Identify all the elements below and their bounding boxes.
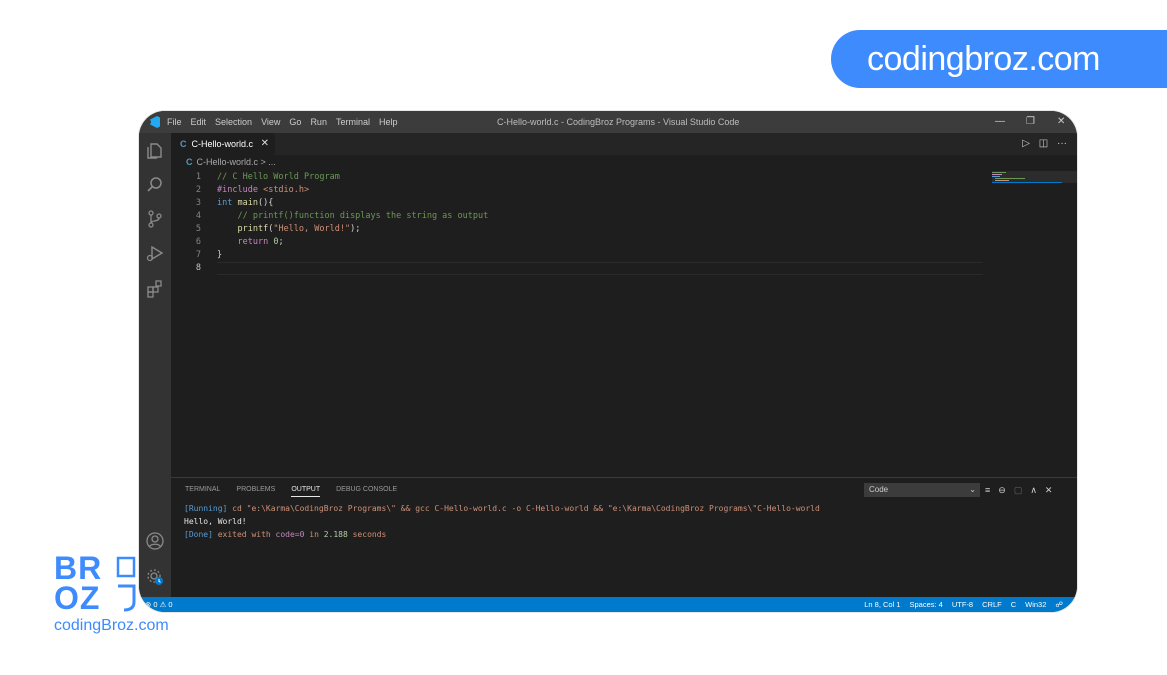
line-number: 8 [195, 263, 201, 273]
output-line: Hello, World! [184, 517, 247, 526]
line-number: 2 [195, 185, 201, 195]
brand-logo: BR OZ [54, 550, 144, 616]
editor-actions: ▷ ◫ ··· [1022, 133, 1067, 155]
problems-status[interactable]: ⊗ 0 ⚠ 0 [145, 597, 173, 612]
end-of-line[interactable]: CRLF [982, 597, 1002, 612]
status-right-items: Ln 8, Col 1 Spaces: 4 UTF-8 CRLF C Win32… [855, 597, 1063, 612]
current-line-highlight [217, 262, 983, 275]
tab-terminal[interactable]: TERMINAL [185, 486, 220, 497]
panel-tabs: TERMINAL PROBLEMS OUTPUT DEBUG CONSOLE [185, 486, 413, 497]
menu-file[interactable]: File [167, 117, 182, 127]
close-window-button[interactable]: ✕ [1057, 111, 1065, 133]
indentation[interactable]: Spaces: 4 [910, 597, 943, 612]
breadcrumb-text: C-Hello-world.c > ... [196, 157, 276, 167]
feedback-icon[interactable]: ☍ [1055, 597, 1063, 612]
tab-problems[interactable]: PROBLEMS [236, 486, 275, 497]
search-icon[interactable] [145, 175, 165, 195]
output-line: [Done] exited with code=0 in 2.188 secon… [184, 530, 387, 539]
source-control-icon[interactable] [145, 209, 165, 229]
account-icon[interactable] [145, 531, 165, 551]
window-title: C-Hello-world.c - CodingBroz Programs - … [497, 117, 740, 127]
menu-bar: File Edit Selection View Go Run Terminal… [167, 111, 406, 133]
code-text: return 0; [237, 237, 284, 247]
settings-icon[interactable] [145, 567, 165, 587]
output-log: [Running] cd "e:\Karma\CodingBroz Progra… [184, 502, 820, 541]
site-brand-banner: codingbroz.com [831, 30, 1167, 88]
code-line: 6 return 0; [171, 236, 991, 249]
code-line-active: 8 [171, 262, 991, 275]
code-text: } [217, 250, 223, 260]
code-text: #include <stdio.h> [217, 185, 310, 195]
code-text: printf("Hello, World!"); [237, 224, 361, 234]
logo-line-2: OZ [54, 580, 101, 616]
split-editor-icon[interactable]: ◫ [1039, 138, 1048, 149]
tab-close-icon[interactable]: ✕ [261, 133, 269, 155]
maximize-panel-icon[interactable]: ∧ [1030, 483, 1037, 497]
more-actions-icon[interactable]: ··· [1057, 138, 1067, 149]
menu-view[interactable]: View [261, 117, 280, 127]
code-text: int main(){ [217, 198, 274, 208]
line-number: 4 [195, 211, 201, 221]
line-number: 3 [195, 198, 201, 208]
menu-terminal[interactable]: Terminal [336, 117, 370, 127]
language-mode[interactable]: C [1011, 597, 1016, 612]
output-channel-value: Code [869, 485, 889, 494]
code-line: 1 // C Hello World Program [171, 171, 991, 184]
tab-output[interactable]: OUTPUT [291, 486, 321, 497]
menu-help[interactable]: Help [379, 117, 398, 127]
breadcrumb-c-icon: C [186, 157, 193, 167]
menu-edit[interactable]: Edit [191, 117, 207, 127]
clear-output-icon[interactable]: ≡ [985, 483, 990, 497]
site-brand-text: codingbroz.com [867, 40, 1101, 78]
title-bar: File Edit Selection View Go Run Terminal… [139, 111, 1077, 133]
tab-debug-console[interactable]: DEBUG CONSOLE [336, 486, 397, 497]
line-number: 1 [195, 172, 201, 182]
code-text: // C Hello World Program [217, 172, 340, 182]
vscode-window: File Edit Selection View Go Run Terminal… [139, 111, 1077, 612]
vscode-logo-icon [150, 116, 160, 128]
brand-caption: codingBroz.com [54, 617, 169, 634]
lock-scroll-icon[interactable]: ⊖ [998, 483, 1006, 497]
tab-c-hello-world[interactable]: C C-Hello-world.c ✕ [171, 133, 275, 155]
logo-line-1: BR [54, 550, 103, 586]
minimize-button[interactable]: — [995, 111, 1005, 133]
code-line: 5 printf("Hello, World!"); [171, 223, 991, 236]
code-line: 7 } [171, 249, 991, 262]
cursor-position[interactable]: Ln 8, Col 1 [864, 597, 900, 612]
panel-actions: ≡ ⊖ ▢ ∧ ✕ [985, 483, 1060, 497]
menu-run[interactable]: Run [310, 117, 327, 127]
minimap[interactable] [992, 171, 1077, 183]
run-code-icon[interactable]: ▷ [1022, 138, 1030, 149]
code-line: 2 #include <stdio.h> [171, 184, 991, 197]
c-language-icon: C [180, 139, 187, 149]
chevron-down-icon: ⌄ [969, 485, 976, 494]
code-line: 4 // printf()function displays the strin… [171, 210, 991, 223]
logo-mark-icon [116, 556, 136, 612]
minimap-code [992, 172, 1062, 183]
menu-go[interactable]: Go [289, 117, 301, 127]
code-text: // printf()function displays the string … [237, 211, 489, 221]
maximize-button[interactable]: ❐ [1026, 111, 1035, 133]
open-in-editor-icon[interactable]: ▢ [1014, 483, 1023, 497]
line-number: 6 [195, 237, 201, 247]
output-line: [Running] cd "e:\Karma\CodingBroz Progra… [184, 504, 820, 513]
breadcrumb[interactable]: C C-Hello-world.c > ... [186, 157, 276, 167]
output-channel-select[interactable]: Code ⌄ [864, 483, 980, 497]
close-panel-icon[interactable]: ✕ [1045, 483, 1053, 497]
tab-label: C-Hello-world.c [191, 139, 254, 149]
run-debug-icon[interactable] [145, 243, 165, 263]
encoding[interactable]: UTF-8 [952, 597, 973, 612]
line-number: 5 [195, 224, 201, 234]
bottom-panel: TERMINAL PROBLEMS OUTPUT DEBUG CONSOLE C… [171, 477, 1077, 598]
editor-tabs-bar: C C-Hello-world.c ✕ ▷ ◫ ··· [171, 133, 1077, 155]
line-number: 7 [195, 250, 201, 260]
menu-selection[interactable]: Selection [215, 117, 252, 127]
explorer-icon[interactable] [145, 141, 165, 161]
platform[interactable]: Win32 [1025, 597, 1046, 612]
code-line: 3 int main(){ [171, 197, 991, 210]
extensions-icon[interactable] [145, 279, 165, 299]
activity-bar [139, 133, 171, 599]
status-bar: ⊗ 0 ⚠ 0 Ln 8, Col 1 Spaces: 4 UTF-8 CRLF… [139, 597, 1077, 612]
